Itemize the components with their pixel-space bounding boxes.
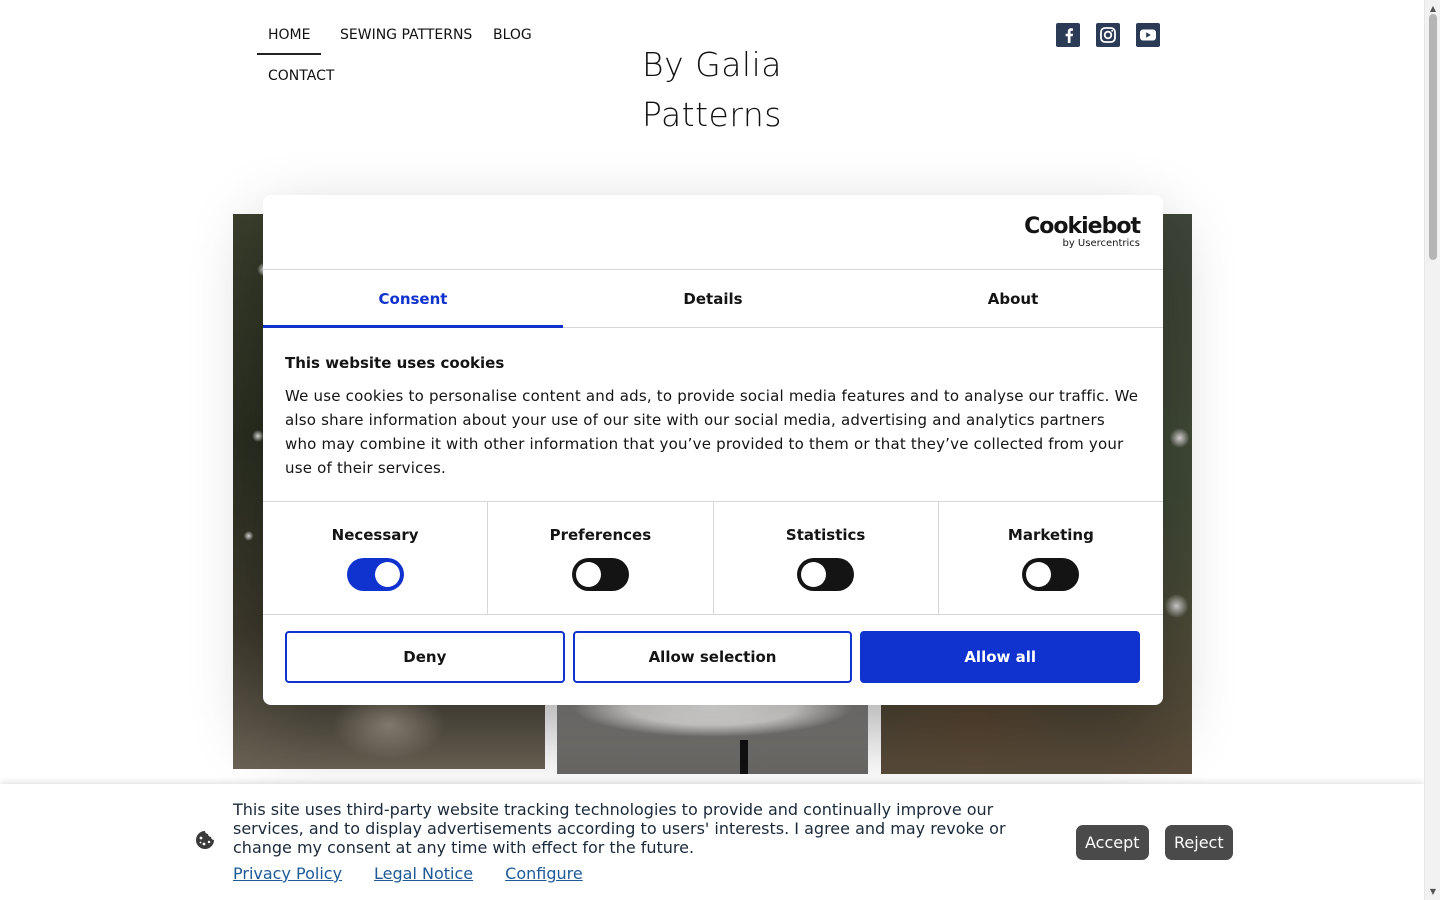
scroll-down-arrow-icon[interactable]: ▼	[1425, 887, 1440, 896]
dialog-actions: Deny Allow selection Allow all	[263, 615, 1163, 683]
consent-bar-text: This site uses third-party website track…	[233, 800, 1006, 857]
category-label: Preferences	[549, 526, 652, 544]
dialog-body: This website uses cookies We use cookies…	[263, 328, 1163, 502]
category-necessary: Necessary	[263, 502, 489, 614]
cookiebot-logo-sub: by Usercentrics	[1062, 238, 1140, 249]
legal-notice-link[interactable]: Legal Notice	[374, 864, 473, 883]
category-label: Necessary	[331, 526, 419, 544]
consent-categories: Necessary Preferences Statistics Marketi…	[263, 502, 1163, 615]
privacy-policy-link[interactable]: Privacy Policy	[233, 864, 342, 883]
category-label: Statistics	[785, 526, 866, 544]
configure-link[interactable]: Configure	[505, 864, 583, 883]
instagram-icon[interactable]	[1096, 23, 1120, 47]
nav-item-sewing-patterns[interactable]: SEWING PATTERNS	[340, 27, 472, 43]
site-brand[interactable]: By Galia Patterns	[612, 40, 812, 140]
deny-button[interactable]: Deny	[285, 631, 565, 683]
page-scrollbar[interactable]: ▲ ▼	[1424, 0, 1440, 900]
consent-bar-links: Privacy Policy Legal Notice Configure	[233, 864, 583, 883]
category-preferences: Preferences	[488, 502, 714, 614]
necessary-toggle[interactable]	[346, 558, 404, 591]
preferences-toggle[interactable]	[571, 558, 629, 591]
toggle-knob	[374, 562, 400, 587]
statistics-toggle[interactable]	[797, 558, 855, 591]
dialog-title: This website uses cookies	[285, 354, 505, 372]
tab-consent[interactable]: Consent	[263, 270, 563, 328]
scroll-up-arrow-icon[interactable]: ▲	[1425, 4, 1440, 13]
accept-button[interactable]: Accept	[1076, 825, 1149, 860]
tab-details[interactable]: Details	[563, 270, 863, 327]
nav-item-home[interactable]: HOME	[256, 27, 323, 55]
cookie-icon	[196, 831, 214, 849]
allow-all-button[interactable]: Allow all	[860, 631, 1141, 683]
cookie-consent-dialog: Cookiebot by Usercentrics Consent Detail…	[263, 195, 1163, 705]
marketing-toggle[interactable]	[1022, 558, 1080, 591]
category-marketing: Marketing	[939, 502, 1163, 614]
nav-item-contact[interactable]: CONTACT	[268, 68, 334, 84]
brand-line-2: Patterns	[642, 95, 782, 134]
category-label: Marketing	[1007, 526, 1094, 544]
dialog-header: Cookiebot by Usercentrics	[263, 195, 1163, 270]
tab-about[interactable]: About	[863, 270, 1163, 327]
toggle-knob	[1026, 562, 1052, 587]
cookiebot-logo-name: Cookiebot	[1024, 214, 1141, 239]
nav-item-blog[interactable]: BLOG	[493, 27, 532, 43]
allow-selection-button[interactable]: Allow selection	[572, 631, 853, 683]
cookiebot-logo[interactable]: Cookiebot by Usercentrics	[1024, 214, 1141, 250]
toggle-knob	[575, 562, 601, 587]
reject-button[interactable]: Reject	[1165, 825, 1233, 860]
dialog-tabs: Consent Details About	[263, 270, 1163, 328]
scrollbar-thumb[interactable]	[1429, 14, 1437, 260]
brand-line-1: By Galia	[642, 45, 782, 84]
dialog-description: We use cookies to personalise content an…	[285, 387, 1139, 477]
category-statistics: Statistics	[714, 502, 939, 614]
tracking-consent-bar: This site uses third-party website track…	[0, 784, 1424, 900]
youtube-icon[interactable]	[1136, 23, 1160, 47]
facebook-icon[interactable]	[1056, 23, 1080, 47]
toggle-knob	[801, 562, 827, 587]
